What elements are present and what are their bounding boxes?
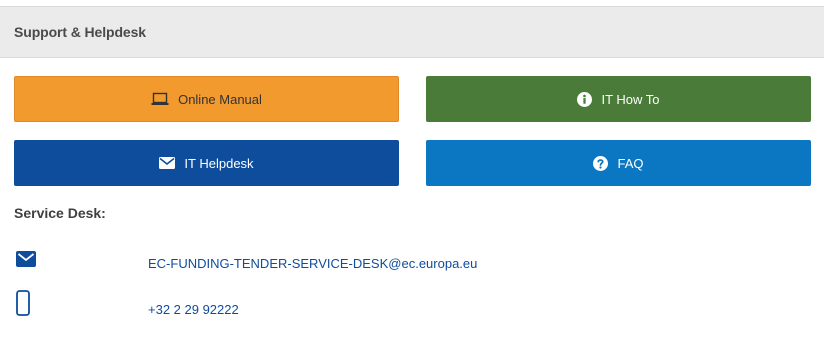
faq-button[interactable]: FAQ xyxy=(426,140,811,186)
it-helpdesk-button[interactable]: IT Helpdesk xyxy=(14,140,399,186)
mobile-phone-icon xyxy=(16,290,30,321)
panel-title: Support & Helpdesk xyxy=(14,24,146,40)
envelope-icon xyxy=(159,157,176,169)
service-desk-phone-link[interactable]: +32 2 29 92222 xyxy=(148,302,239,317)
info-icon xyxy=(577,91,593,107)
service-desk-label: Service Desk: xyxy=(14,205,106,221)
it-how-to-button[interactable]: IT How To xyxy=(426,76,811,122)
online-manual-button[interactable]: Online Manual xyxy=(14,76,399,122)
online-manual-label: Online Manual xyxy=(178,91,262,107)
support-helpdesk-panel: Support & Helpdesk Online Manual IT How … xyxy=(0,0,824,347)
panel-header: Support & Helpdesk xyxy=(0,6,824,58)
faq-label: FAQ xyxy=(617,155,644,171)
question-icon xyxy=(593,155,609,171)
service-desk-email-link[interactable]: EC-FUNDING-TENDER-SERVICE-DESK@ec.europa… xyxy=(148,256,477,271)
it-helpdesk-label: IT Helpdesk xyxy=(184,155,254,171)
envelope-icon xyxy=(16,251,36,272)
it-how-to-label: IT How To xyxy=(601,91,660,107)
laptop-icon xyxy=(151,92,169,106)
